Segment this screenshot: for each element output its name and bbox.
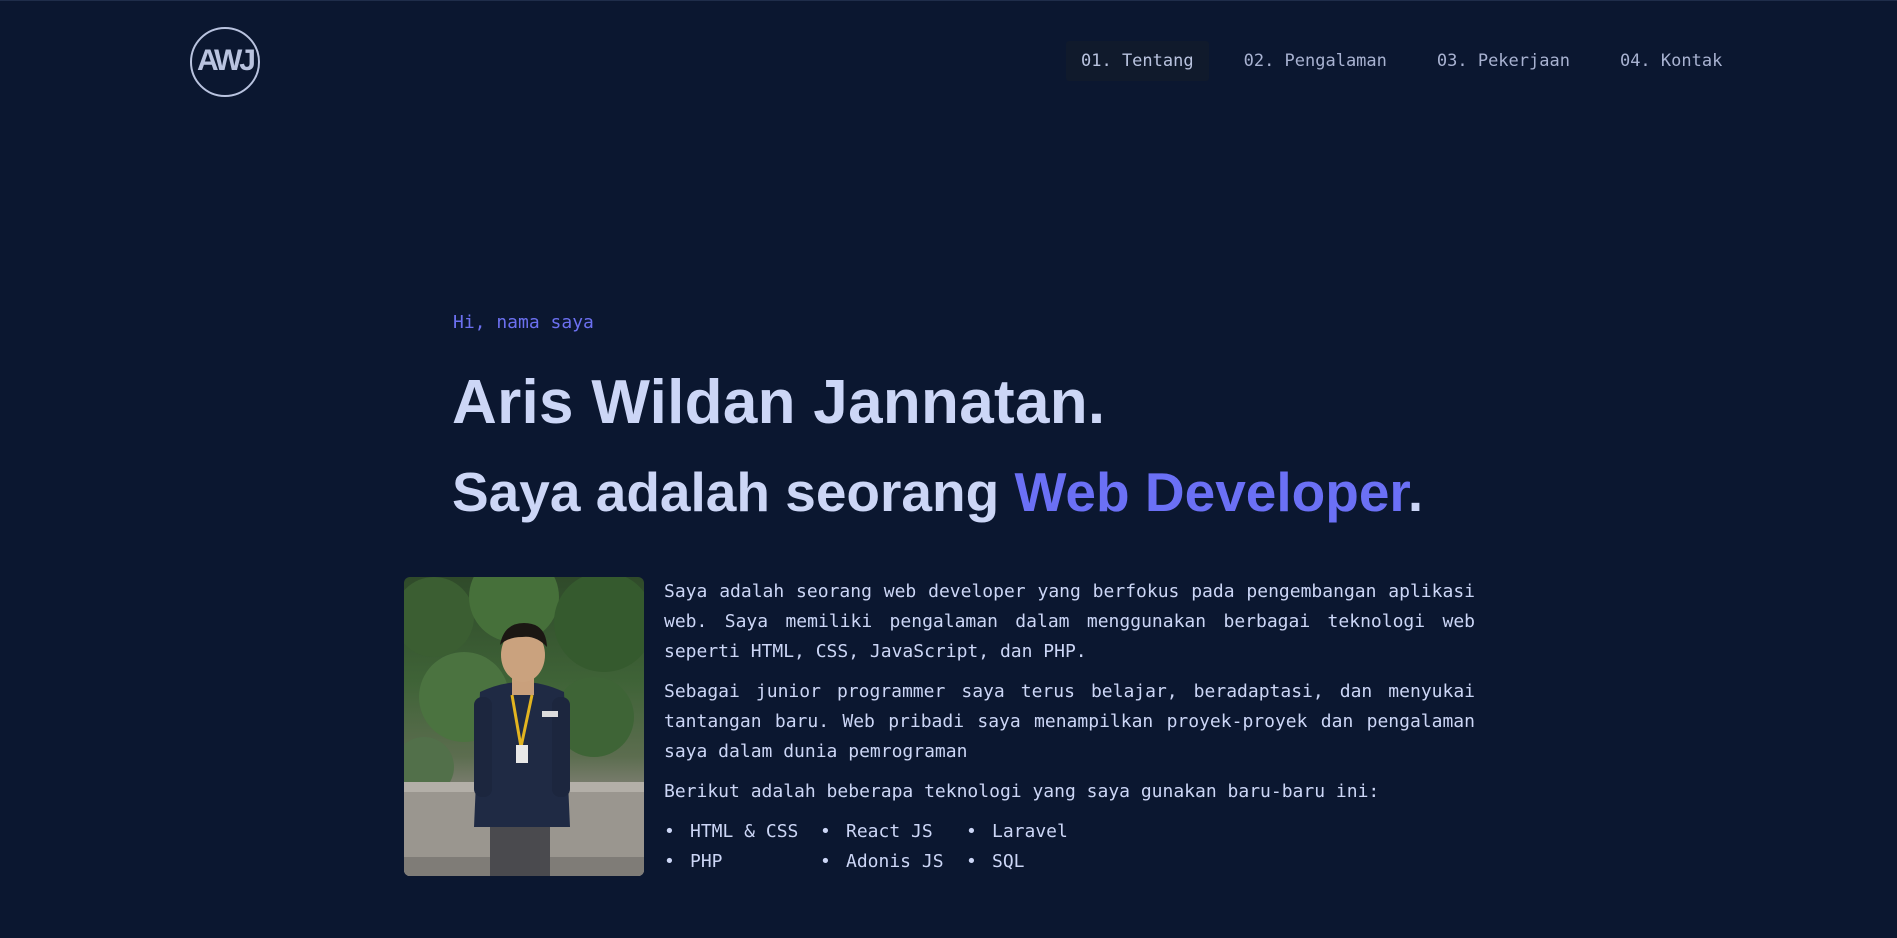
technology-item: React JS [820, 817, 966, 847]
page: AWJ 01. Tentang 02. Pengalaman 03. Peker… [0, 0, 1897, 938]
technology-item: Laravel [966, 817, 1106, 847]
tagline-accent: Web Developer [1014, 461, 1408, 523]
about-paragraph-1: Saya adalah seorang web developer yang b… [664, 581, 1475, 662]
profile-photo-illustration [404, 577, 644, 876]
hero-tagline: Saya adalah seorang Web Developer. [452, 460, 1423, 524]
technology-item: Adonis JS [820, 847, 966, 877]
logo-link[interactable]: AWJ [190, 27, 260, 97]
profile-photo [404, 577, 644, 876]
technology-list: HTML & CSS React JS Laravel PHP Adonis J… [664, 817, 1475, 877]
main-nav: 01. Tentang 02. Pengalaman 03. Pekerjaan… [1066, 41, 1737, 81]
technology-item: SQL [966, 847, 1106, 877]
hero-greeting: Hi, nama saya [453, 312, 594, 333]
nav-item-tentang[interactable]: 01. Tentang [1066, 41, 1209, 81]
about-section: Saya adalah seorang web developer yang b… [664, 577, 1475, 877]
nav-item-kontak[interactable]: 04. Kontak [1605, 41, 1737, 81]
about-paragraph-3: Berikut adalah beberapa teknologi yang s… [664, 781, 1380, 802]
tagline-prefix: Saya adalah seorang [452, 461, 1015, 523]
technology-item: HTML & CSS [664, 817, 820, 847]
logo-text: AWJ [196, 44, 256, 77]
technology-item: PHP [664, 847, 820, 877]
nav-item-pekerjaan[interactable]: 03. Pekerjaan [1422, 41, 1585, 81]
hero-name: Aris Wildan Jannatan. [452, 368, 1106, 437]
about-paragraph-2: Sebagai junior programmer saya terus bel… [664, 681, 1475, 762]
tagline-suffix: . [1407, 461, 1424, 523]
nav-item-pengalaman[interactable]: 02. Pengalaman [1229, 41, 1402, 81]
